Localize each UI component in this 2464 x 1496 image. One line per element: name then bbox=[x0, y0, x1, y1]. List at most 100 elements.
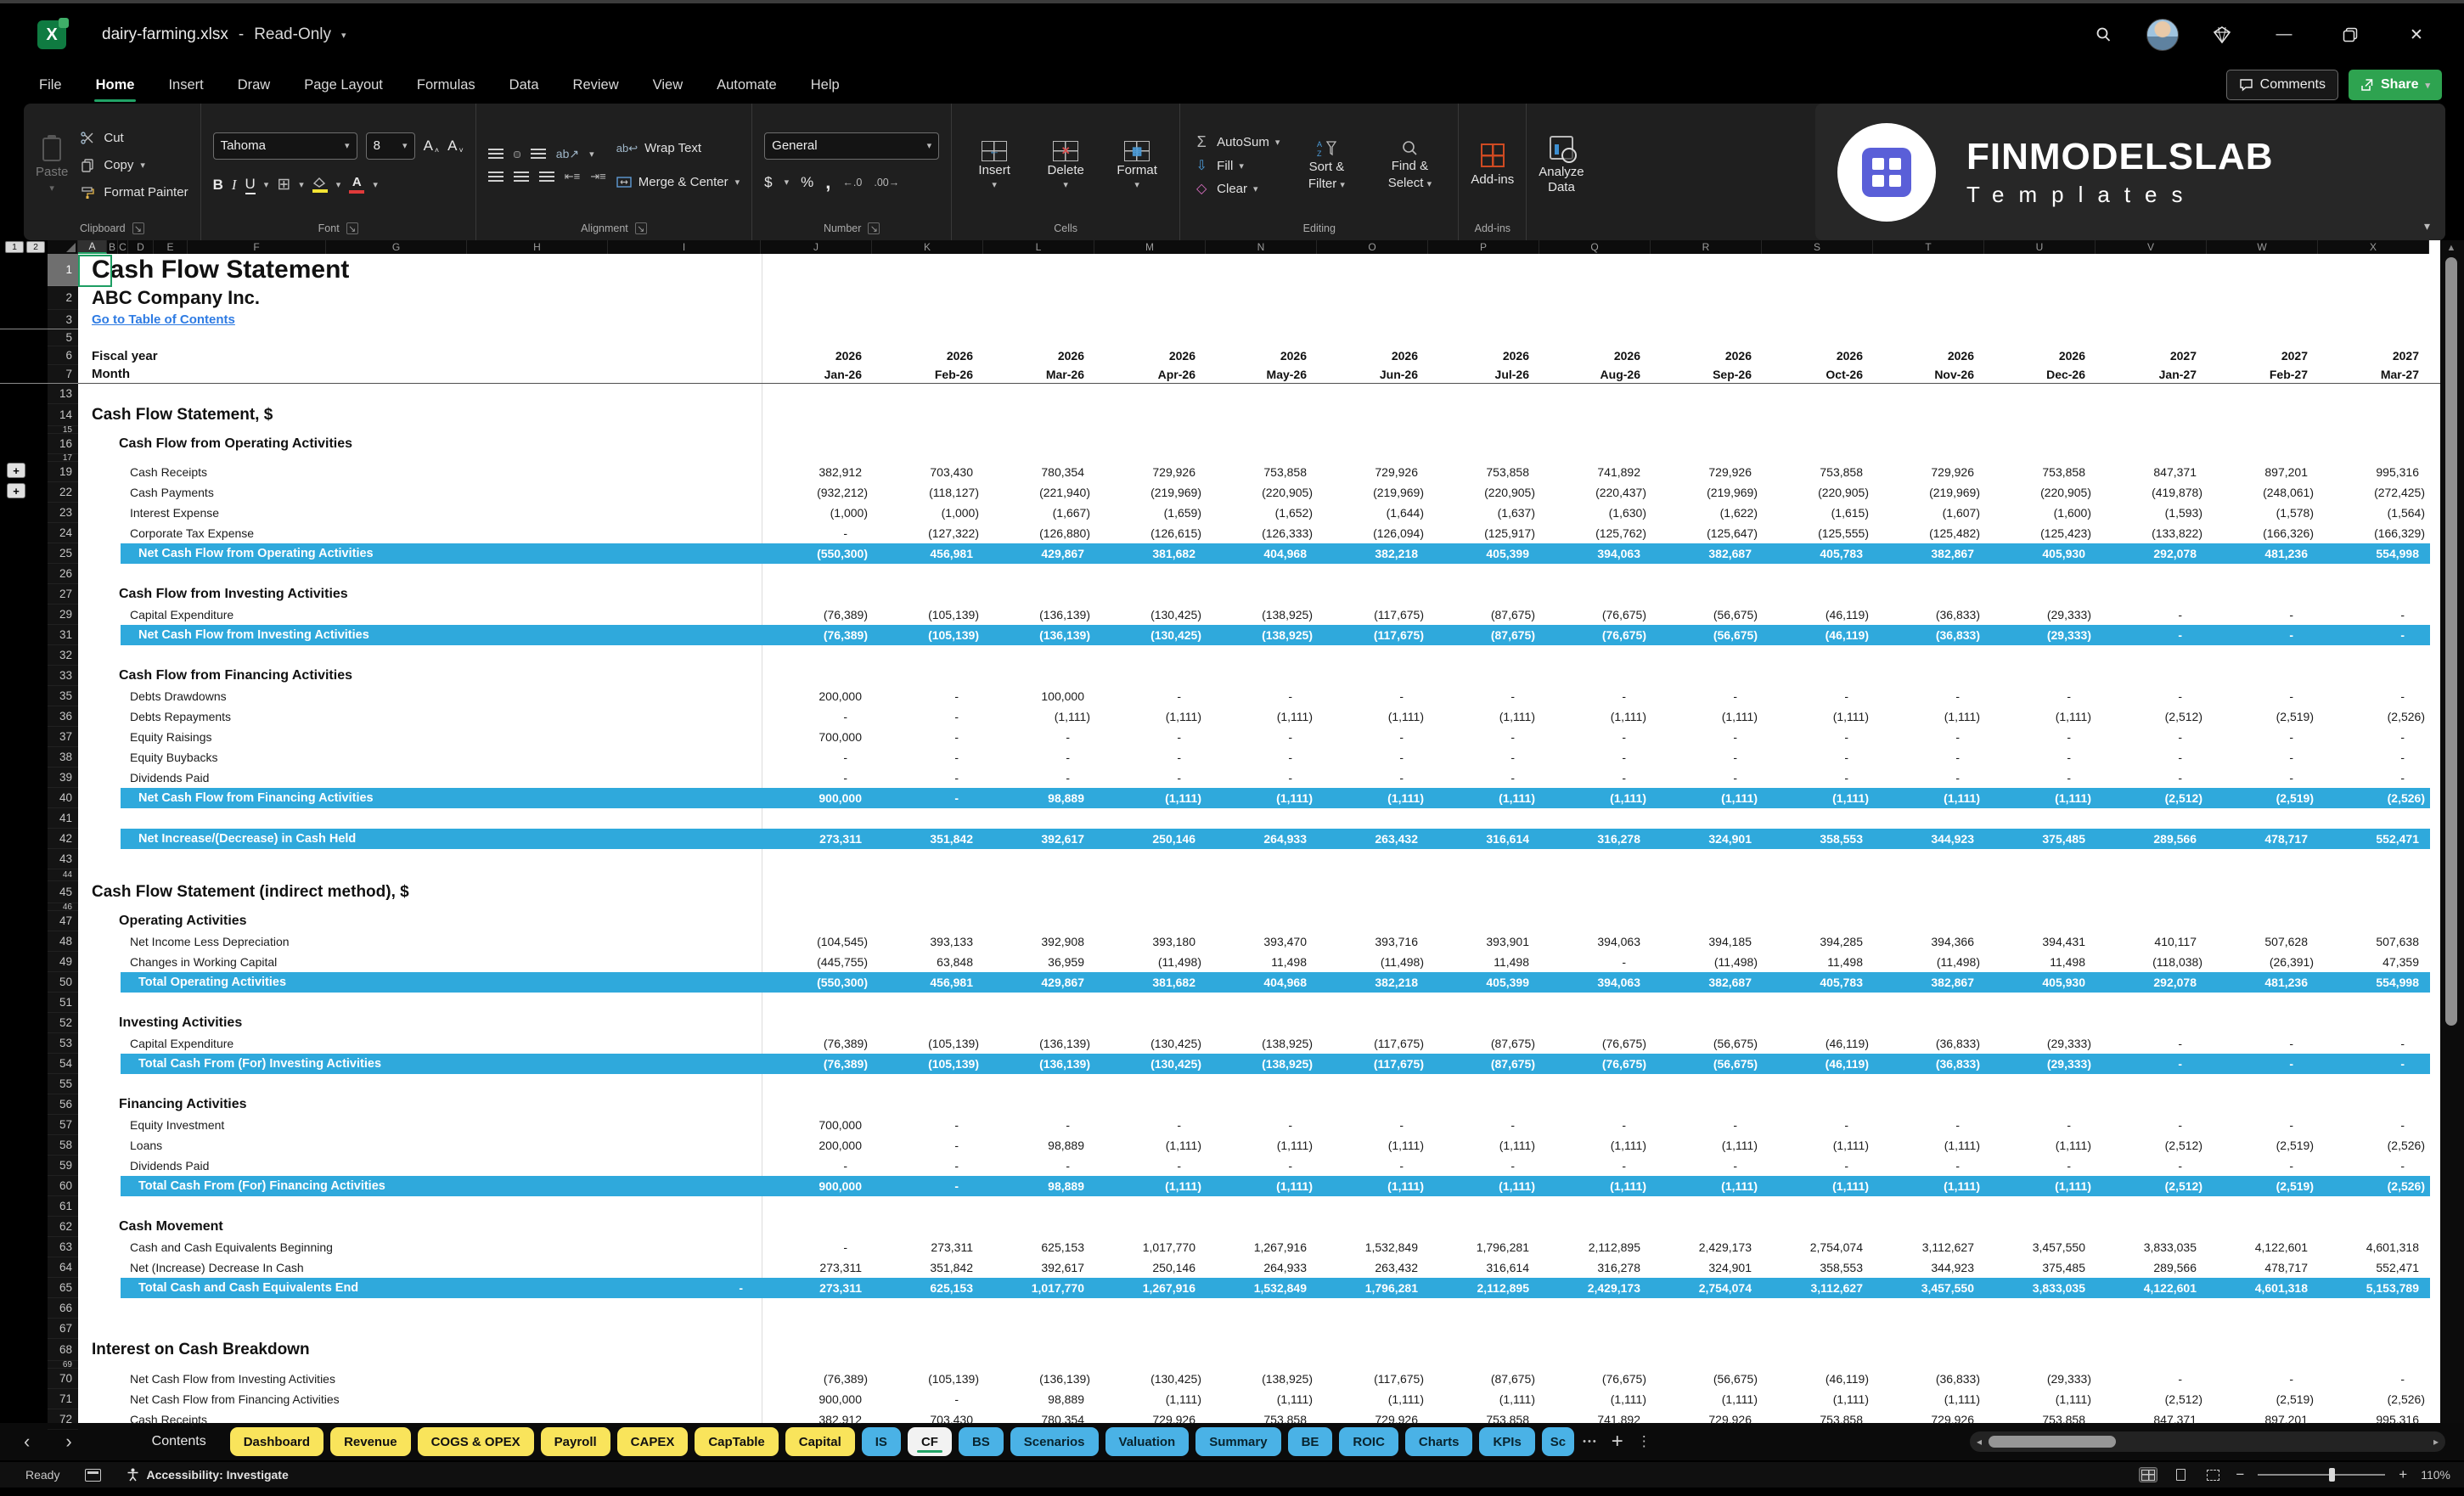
cell[interactable]: 554,998 bbox=[2319, 543, 2430, 564]
collapse-ribbon-icon[interactable]: ▾ bbox=[2424, 219, 2430, 233]
cell[interactable]: - bbox=[1763, 1115, 1874, 1135]
cell[interactable]: - bbox=[1095, 1115, 1207, 1135]
cell[interactable]: 393,470 bbox=[1207, 931, 1318, 952]
cell[interactable]: (550,300) bbox=[762, 543, 873, 564]
cell[interactable]: - bbox=[873, 686, 984, 706]
cell[interactable]: - bbox=[2319, 1115, 2430, 1135]
row-label-cell[interactable]: Go to Table of Contents bbox=[78, 310, 762, 329]
cell[interactable]: - bbox=[1318, 768, 1429, 788]
row-header[interactable]: 7 bbox=[48, 365, 78, 384]
cell[interactable]: (125,555) bbox=[1763, 523, 1874, 543]
cell[interactable]: (2,512) bbox=[2096, 788, 2208, 808]
decrease-decimal-icon[interactable]: .00→ bbox=[874, 177, 899, 188]
cell[interactable]: - bbox=[1318, 747, 1429, 768]
cell[interactable]: - bbox=[2319, 1033, 2430, 1054]
row-header[interactable]: 53 bbox=[48, 1033, 78, 1054]
cell[interactable]: (2,526) bbox=[2319, 1389, 2430, 1409]
cell[interactable]: - bbox=[984, 1156, 1095, 1176]
cell[interactable]: - bbox=[2208, 727, 2319, 747]
cell[interactable]: (125,917) bbox=[1429, 523, 1540, 543]
cell[interactable]: 5,153,789 bbox=[2319, 1278, 2430, 1298]
cell[interactable]: 2026 bbox=[984, 346, 1095, 365]
sheet-tab-capital[interactable]: Capital bbox=[785, 1427, 855, 1456]
cell[interactable]: (445,755) bbox=[762, 952, 873, 972]
cell[interactable]: (2,519) bbox=[2208, 1176, 2319, 1196]
cell[interactable]: (87,675) bbox=[1429, 605, 1540, 625]
cell[interactable]: - bbox=[1429, 686, 1540, 706]
cell[interactable]: (46,119) bbox=[1763, 1369, 1874, 1389]
cell[interactable]: (138,925) bbox=[1207, 1054, 1318, 1074]
cell[interactable]: (26,391) bbox=[2208, 952, 2319, 972]
row-label-cell[interactable] bbox=[78, 1319, 762, 1339]
column-header-E[interactable]: E bbox=[154, 240, 188, 254]
cell[interactable]: - bbox=[1540, 952, 1651, 972]
cell[interactable]: 392,908 bbox=[984, 931, 1095, 952]
row-header[interactable]: 40 bbox=[48, 788, 78, 808]
row-label-cell[interactable] bbox=[78, 1074, 762, 1094]
cell[interactable]: (220,905) bbox=[1429, 482, 1540, 503]
row-label-cell[interactable]: Net Cash Flow from Financing Activities bbox=[78, 1389, 762, 1409]
display-settings-icon[interactable] bbox=[85, 1468, 102, 1482]
sheet-options-icon[interactable]: ⋮ bbox=[1637, 1433, 1651, 1450]
cell[interactable]: Oct-26 bbox=[1763, 365, 1874, 383]
underline-button[interactable]: U bbox=[245, 176, 256, 194]
cell[interactable]: 552,471 bbox=[2319, 1257, 2430, 1278]
row-header[interactable]: 68 bbox=[48, 1339, 78, 1361]
cell[interactable]: (36,833) bbox=[1874, 625, 1985, 645]
cell[interactable]: 344,923 bbox=[1874, 829, 1985, 849]
row-header[interactable]: 2 bbox=[48, 286, 78, 310]
page-break-view-button[interactable] bbox=[2203, 1467, 2222, 1482]
cell[interactable]: 394,366 bbox=[1874, 931, 1985, 952]
cell[interactable]: - bbox=[1874, 686, 1985, 706]
cell[interactable]: (1,111) bbox=[1318, 1176, 1429, 1196]
row-header[interactable]: 65 bbox=[48, 1278, 78, 1298]
row-label-cell[interactable]: Capital Expenditure bbox=[78, 1033, 762, 1054]
cell[interactable]: - bbox=[2319, 605, 2430, 625]
cell[interactable]: (1,637) bbox=[1429, 503, 1540, 523]
row-header[interactable]: 37 bbox=[48, 727, 78, 747]
cell[interactable]: - bbox=[1095, 686, 1207, 706]
cell[interactable]: 897,201 bbox=[2208, 462, 2319, 482]
cell[interactable]: (220,905) bbox=[1763, 482, 1874, 503]
cell[interactable]: 394,285 bbox=[1763, 931, 1874, 952]
row-label-cell[interactable]: Dividends Paid bbox=[78, 768, 762, 788]
cell[interactable]: 2,429,173 bbox=[1651, 1237, 1763, 1257]
cell[interactable]: (46,119) bbox=[1763, 625, 1874, 645]
cell[interactable]: - bbox=[1540, 727, 1651, 747]
row-label-cell[interactable] bbox=[78, 454, 762, 462]
cell[interactable]: - bbox=[2208, 747, 2319, 768]
cell[interactable]: (248,061) bbox=[2208, 482, 2319, 503]
row-label-cell[interactable]: Cash Flow Statement, $ bbox=[78, 404, 762, 426]
row-header[interactable]: 16 bbox=[48, 434, 78, 454]
row-label-cell[interactable]: Total Cash From (For) Investing Activiti… bbox=[78, 1054, 762, 1074]
cell[interactable]: (11,498) bbox=[1874, 952, 1985, 972]
analyze-data-icon[interactable] bbox=[1549, 135, 1577, 163]
decrease-font-icon[interactable]: A ˅ bbox=[447, 138, 464, 155]
cell[interactable]: (1,111) bbox=[1318, 788, 1429, 808]
cell[interactable]: (76,675) bbox=[1540, 625, 1651, 645]
row-header[interactable]: 69 bbox=[48, 1361, 78, 1369]
cell[interactable]: - bbox=[1429, 1115, 1540, 1135]
cell[interactable]: - bbox=[984, 768, 1095, 788]
row-header[interactable]: 23 bbox=[48, 503, 78, 523]
cell[interactable]: (1,111) bbox=[1318, 1135, 1429, 1156]
cell[interactable]: 3,457,550 bbox=[1874, 1278, 1985, 1298]
cell[interactable]: 405,399 bbox=[1429, 972, 1540, 993]
cell[interactable]: 1,532,849 bbox=[1318, 1237, 1429, 1257]
row-label-cell[interactable]: Operating Activities bbox=[78, 911, 762, 931]
cell[interactable]: - bbox=[1318, 727, 1429, 747]
row-label-cell[interactable] bbox=[78, 329, 762, 346]
column-header-F[interactable]: F bbox=[188, 240, 326, 254]
cell[interactable]: Jan-26 bbox=[762, 365, 873, 383]
cell[interactable]: - bbox=[2096, 1369, 2208, 1389]
cell[interactable]: - bbox=[2319, 1156, 2430, 1176]
column-header-V[interactable]: V bbox=[2096, 240, 2207, 254]
cell[interactable]: (1,111) bbox=[1207, 706, 1318, 727]
cell[interactable]: - bbox=[1207, 727, 1318, 747]
cell[interactable]: (1,111) bbox=[1651, 706, 1763, 727]
cell[interactable]: (219,969) bbox=[1095, 482, 1207, 503]
column-header-O[interactable]: O bbox=[1317, 240, 1428, 254]
clipboard-dialog-launcher[interactable]: ↘ bbox=[132, 222, 144, 234]
sheet-tab-cogs-opex[interactable]: COGS & OPEX bbox=[417, 1427, 534, 1456]
row-label-cell[interactable]: Cash Flow Statement bbox=[78, 254, 762, 287]
